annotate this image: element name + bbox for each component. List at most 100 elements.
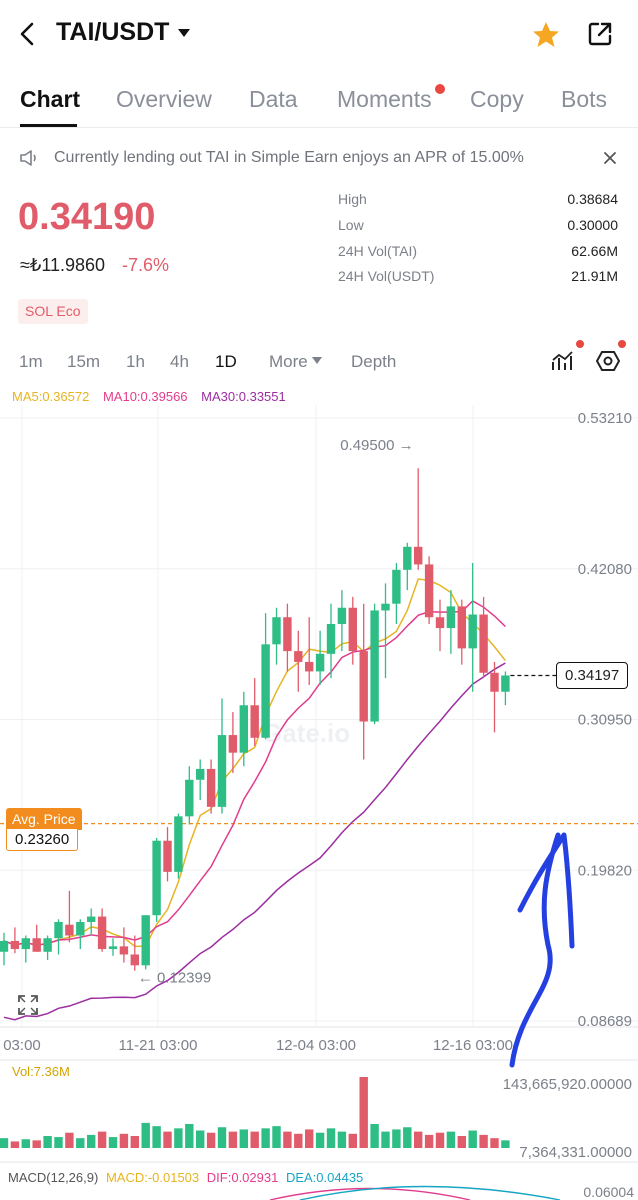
timeframe-more[interactable]: More <box>269 352 308 372</box>
macd-axis-tick: 0.06004 <box>583 1184 634 1200</box>
candle-body <box>250 705 259 738</box>
announcement-bar[interactable]: Currently lending out TAI in Simple Earn… <box>0 130 638 186</box>
stat-label: High <box>338 191 367 207</box>
candle-body <box>261 644 270 738</box>
volume-bar <box>501 1140 510 1148</box>
volume-bar <box>108 1137 118 1148</box>
tab-copy[interactable]: Copy <box>470 86 524 113</box>
volume-bar <box>87 1134 96 1148</box>
ma10-value: MA10:0.39566 <box>102 389 188 404</box>
candle-body <box>10 940 20 950</box>
volume-bar <box>272 1126 281 1148</box>
announcement-text: Currently lending out TAI in Simple Earn… <box>54 149 524 166</box>
volume-bar <box>141 1122 150 1148</box>
candle-body <box>337 607 347 625</box>
candle-body <box>315 653 325 672</box>
tab-bots[interactable]: Bots <box>561 86 607 113</box>
ma10-line <box>3 600 506 946</box>
candle-body <box>217 735 227 807</box>
tab-moments[interactable]: Moments <box>337 86 432 113</box>
tab-chart[interactable]: Chart <box>20 86 80 113</box>
stat-label: Low <box>338 217 364 233</box>
y-tick-label: 0.42080 <box>578 561 632 578</box>
star-icon[interactable] <box>531 20 561 50</box>
share-icon[interactable] <box>586 20 614 48</box>
candle-body <box>348 607 357 652</box>
volume-bar <box>76 1138 85 1148</box>
ma5-line <box>3 578 506 948</box>
candle-body <box>392 569 401 604</box>
stat-label: 24H Vol(USDT) <box>338 268 435 284</box>
candle-body <box>185 779 194 817</box>
candle-body <box>119 946 129 955</box>
x-tick-label: 12-04 03:00 <box>276 1037 356 1054</box>
last-price: 0.34190 <box>18 196 156 238</box>
watermark: Gate.io <box>262 718 350 748</box>
kline-svg[interactable]: Gate.io 0.49500 → ← 0.12399 0.53210 0.4208… <box>0 405 638 1200</box>
volume-bar <box>206 1132 216 1148</box>
candle-body <box>490 672 499 692</box>
ma30-value: MA30:0.33551 <box>201 389 286 404</box>
settings-icon[interactable] <box>596 349 620 373</box>
candle-body <box>272 617 281 645</box>
volume-bar <box>65 1132 74 1148</box>
volume-bar <box>348 1133 357 1148</box>
dif-value: DIF:0.02931 <box>206 1170 279 1185</box>
caret-down-icon <box>312 357 322 364</box>
volume-bar <box>435 1132 445 1148</box>
candle-body <box>206 768 216 807</box>
macd-legend: MACD(12,26,9) MACD:-0.01503 DIF:0.02931 … <box>8 1170 363 1185</box>
pair-title[interactable]: TAI/USDT <box>56 18 169 47</box>
volume-bar <box>21 1139 30 1148</box>
volume-bar <box>468 1130 477 1148</box>
tab-overview[interactable]: Overview <box>116 86 212 113</box>
candle-body <box>305 661 314 672</box>
candle-body <box>283 617 292 652</box>
candle-body <box>97 916 107 950</box>
volume-bar <box>403 1127 412 1148</box>
candle-body <box>196 768 205 780</box>
timeframe-1d[interactable]: 1D <box>215 352 237 372</box>
candle-body <box>163 840 172 872</box>
candle-body <box>65 924 74 936</box>
timeframe-1h[interactable]: 1h <box>126 352 145 372</box>
volume-bar <box>97 1131 107 1148</box>
volume-bar <box>163 1131 172 1148</box>
sector-tag[interactable]: SOL Eco <box>18 299 88 324</box>
min-price-label: ← 0.12399 <box>138 970 211 987</box>
avg-price-label: Avg. Price <box>6 808 82 830</box>
volume-bar <box>479 1134 488 1148</box>
macd-dif-curve <box>269 1187 471 1200</box>
depth-tab[interactable]: Depth <box>351 352 396 372</box>
hand-drawn-arrow <box>509 832 575 1068</box>
volume-label: Vol:7.36M <box>12 1064 70 1079</box>
volume-bar <box>446 1131 456 1148</box>
kline-chart[interactable]: Gate.io 0.49500 → ← 0.12399 0.53210 0.4208… <box>0 405 638 1200</box>
y-tick-label: 0.19820 <box>578 862 632 879</box>
y-tick-label: 0.08689 <box>578 1013 632 1030</box>
notification-dot <box>435 84 445 94</box>
indicator-icon[interactable] <box>550 348 576 374</box>
volume-bar <box>392 1129 401 1148</box>
y-tick-label: 0.30950 <box>578 712 632 729</box>
timeframe-4h[interactable]: 4h <box>170 352 189 372</box>
candle-body <box>403 546 412 570</box>
fullscreen-icon[interactable] <box>18 995 38 1015</box>
candle-body <box>54 921 63 939</box>
candle-body <box>21 938 30 950</box>
close-icon[interactable] <box>603 151 617 165</box>
candle-body <box>130 954 139 966</box>
timeframe-15m[interactable]: 15m <box>67 352 100 372</box>
timeframe-1m[interactable]: 1m <box>19 352 43 372</box>
max-price-label: 0.49500 → <box>340 437 413 454</box>
volume-bar <box>119 1133 129 1148</box>
tab-data[interactable]: Data <box>249 86 298 113</box>
volume-bar <box>130 1135 139 1148</box>
candle-body <box>0 940 9 952</box>
caret-down-icon[interactable] <box>177 28 191 38</box>
candle-body <box>294 651 303 662</box>
chevron-left-icon[interactable] <box>14 20 40 48</box>
volume-bar <box>0 1138 9 1148</box>
volume-bar <box>228 1131 238 1148</box>
notification-dot <box>618 340 626 348</box>
